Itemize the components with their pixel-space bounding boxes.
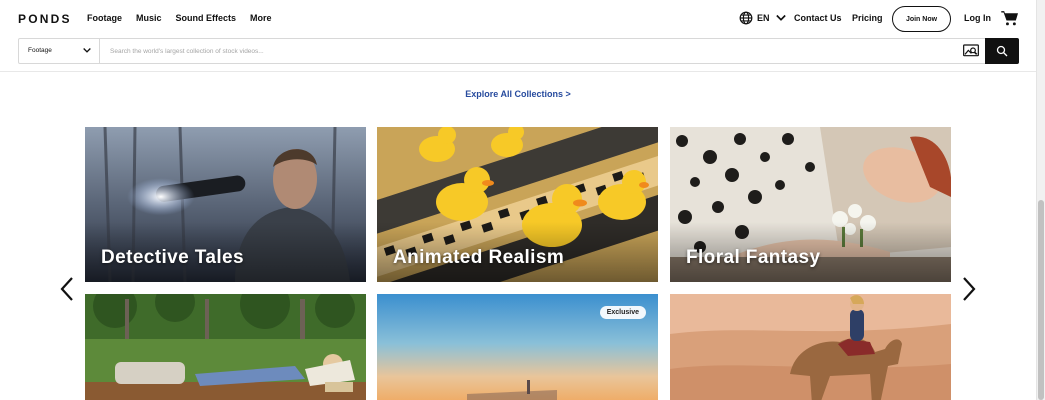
collection-title: Floral Fantasy bbox=[686, 247, 821, 268]
exclusive-badge: Exclusive bbox=[599, 306, 646, 319]
collection-card-detective-tales[interactable]: Detective Tales bbox=[85, 127, 366, 282]
search-icon bbox=[996, 45, 1008, 57]
main-nav: Footage Music Sound Effects More bbox=[87, 13, 272, 23]
chevron-left-icon[interactable] bbox=[60, 277, 74, 301]
chevron-down-icon bbox=[83, 48, 91, 53]
contact-us-link[interactable]: Contact Us bbox=[794, 13, 842, 23]
collection-card-animated-realism[interactable]: Animated Realism bbox=[377, 127, 658, 282]
collection-title: Detective Tales bbox=[101, 247, 244, 268]
search-bar: Footage bbox=[18, 38, 1019, 64]
collection-title: Animated Realism bbox=[393, 247, 565, 268]
search-input[interactable] bbox=[101, 39, 956, 63]
collection-thumbnail bbox=[670, 294, 951, 400]
cart-icon[interactable] bbox=[1001, 10, 1019, 26]
nav-music[interactable]: Music bbox=[136, 13, 162, 23]
language-label: EN bbox=[757, 13, 770, 23]
globe-icon bbox=[739, 11, 753, 25]
join-now-button[interactable]: Join Now bbox=[892, 6, 951, 32]
collection-thumbnail bbox=[85, 294, 366, 400]
search-submit-button[interactable] bbox=[985, 38, 1019, 64]
search-category-select[interactable]: Footage bbox=[19, 39, 100, 63]
ponds-logo[interactable]: PONDS bbox=[18, 12, 72, 26]
image-search-icon[interactable] bbox=[963, 44, 979, 58]
collection-card-floral-fantasy[interactable]: Floral Fantasy bbox=[670, 127, 951, 282]
scrollbar-thumb[interactable] bbox=[1038, 200, 1044, 400]
chevron-down-icon bbox=[775, 14, 786, 21]
nav-more[interactable]: More bbox=[250, 13, 272, 23]
log-in-link[interactable]: Log In bbox=[964, 13, 991, 23]
chevron-right-icon[interactable] bbox=[962, 277, 976, 301]
search-category-label: Footage bbox=[28, 47, 52, 54]
page-scrollbar[interactable] bbox=[1036, 0, 1045, 400]
collection-card-desert-camel[interactable] bbox=[670, 294, 951, 400]
nav-footage[interactable]: Footage bbox=[87, 13, 122, 23]
collection-card-exclusive-sunset[interactable]: Exclusive bbox=[377, 294, 658, 400]
pricing-link[interactable]: Pricing bbox=[852, 13, 883, 23]
site-header: PONDS Footage Music Sound Effects More E… bbox=[0, 0, 1036, 72]
explore-all-collections-link[interactable]: Explore All Collections > bbox=[0, 89, 1036, 99]
language-selector[interactable]: EN bbox=[739, 11, 786, 25]
collection-card-park-relax[interactable] bbox=[85, 294, 366, 400]
nav-sound-effects[interactable]: Sound Effects bbox=[176, 13, 237, 23]
